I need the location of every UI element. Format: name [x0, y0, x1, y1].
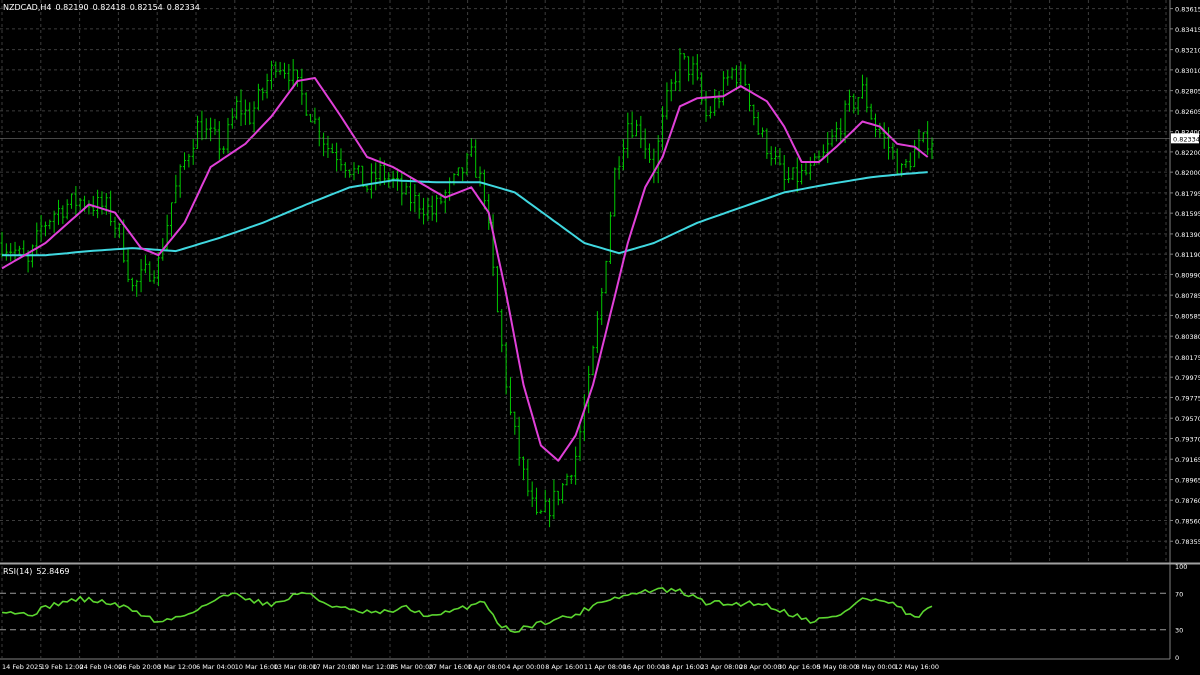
time-tick-label: 13 Mar 08:00 — [274, 663, 317, 671]
price-tick-label: 0.79570 — [1175, 415, 1200, 423]
time-tick-label: 18 Apr 16:00 — [662, 663, 704, 671]
rsi-header: RSI(14) 52.8469 — [3, 567, 74, 576]
time-tick-label: 19 Feb 12:00 — [41, 663, 84, 671]
low-value: 0.82154 — [129, 3, 163, 12]
price-tick-label: 0.79975 — [1175, 374, 1200, 382]
rsi-tick-label: 70 — [1175, 590, 1183, 598]
price-tick-label: 0.80990 — [1175, 271, 1200, 279]
rsi-value: 52.8469 — [36, 567, 70, 576]
time-tick-label: 14 Feb 2025 — [2, 663, 42, 671]
price-tick-label: 0.83415 — [1175, 26, 1200, 34]
time-tick-label: 30 Apr 16:00 — [778, 663, 820, 671]
time-tick-label: 12 May 16:00 — [894, 663, 939, 671]
time-tick-label: 26 Feb 20:00 — [118, 663, 161, 671]
chart-window[interactable]: 0.83615 0.83415 0.83210 0.83010 0.82805 0.826… — [0, 0, 1200, 675]
rsi-tick-label: 0 — [1175, 654, 1179, 662]
price-tick-label: 0.83010 — [1175, 67, 1200, 75]
price-tick-label: 0.79165 — [1175, 456, 1200, 464]
time-tick-label: 24 Feb 04:00 — [80, 663, 123, 671]
price-tick-label: 0.78355 — [1175, 538, 1200, 546]
time-tick-label: 17 Mar 20:00 — [312, 663, 355, 671]
time-tick-label: 1 Apr 08:00 — [468, 663, 506, 671]
price-tick-label: 0.80585 — [1175, 312, 1200, 320]
time-tick-label: 16 Apr 00:00 — [623, 663, 665, 671]
time-tick-label: 10 Mar 16:00 — [235, 663, 278, 671]
time-tick-label: 3 Mar 12:00 — [157, 663, 196, 671]
time-tick-label: 4 Apr 00:00 — [506, 663, 544, 671]
price-tick-label: 0.80785 — [1175, 292, 1200, 300]
price-tick-label: 0.82000 — [1175, 169, 1200, 177]
open-value: 0.82190 — [55, 3, 89, 12]
price-tick-label: 0.83615 — [1175, 6, 1200, 14]
time-tick-label: 8 May 00:00 — [856, 663, 896, 671]
chart-background — [0, 0, 1200, 675]
price-tick-label: 0.81190 — [1175, 251, 1200, 259]
price-tick-label: 0.80175 — [1175, 354, 1200, 362]
price-tick-label: 0.79370 — [1175, 435, 1200, 443]
price-tick-label: 0.80380 — [1175, 333, 1200, 341]
price-tick-label: 0.82805 — [1175, 88, 1200, 96]
time-tick-label: 8 Apr 16:00 — [545, 663, 583, 671]
time-tick-label: 23 Apr 08:00 — [700, 663, 742, 671]
time-tick-label: 6 Mar 04:00 — [196, 663, 235, 671]
price-tick-label: 0.82200 — [1175, 149, 1200, 157]
price-tick-label: 0.78760 — [1175, 497, 1200, 505]
rsi-tick-label: 30 — [1175, 627, 1183, 635]
current-price-label: 0.82334 — [1173, 135, 1200, 143]
time-tick-label: 5 May 08:00 — [817, 663, 857, 671]
time-tick-label: 28 Apr 00:00 — [739, 663, 781, 671]
price-chart-canvas[interactable]: 0.83615 0.83415 0.83210 0.83010 0.82805 0.826… — [0, 0, 1200, 675]
price-tick-label: 0.81595 — [1175, 210, 1200, 218]
symbol-header: NZDCAD,H4 0.82190 0.82418 0.82154 0.82334 — [3, 3, 204, 12]
time-tick-label: 27 Mar 16:00 — [429, 663, 472, 671]
price-tick-label: 0.78965 — [1175, 476, 1200, 484]
price-tick-label: 0.81795 — [1175, 190, 1200, 198]
time-tick-label: 20 Mar 12:00 — [351, 663, 394, 671]
high-value: 0.82418 — [92, 3, 126, 12]
price-tick-label: 0.82605 — [1175, 108, 1200, 116]
time-tick-label: 11 Apr 08:00 — [584, 663, 626, 671]
price-tick-label: 0.78560 — [1175, 517, 1200, 525]
rsi-label: RSI(14) — [3, 567, 33, 576]
rsi-tick-label: 100 — [1175, 563, 1187, 571]
price-tick-label: 0.79775 — [1175, 394, 1200, 402]
symbol-label: NZDCAD,H4 — [3, 3, 52, 12]
time-tick-label: 25 Mar 00:00 — [390, 663, 433, 671]
price-tick-label: 0.83210 — [1175, 47, 1200, 55]
price-tick-label: 0.81390 — [1175, 231, 1200, 239]
close-value: 0.82334 — [166, 3, 200, 12]
